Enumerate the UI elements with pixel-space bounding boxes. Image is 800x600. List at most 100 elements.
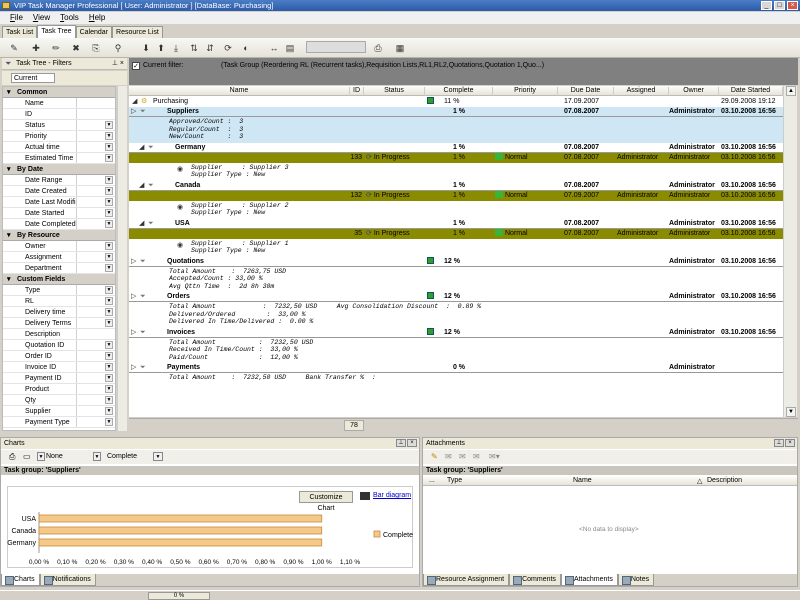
col-assigned[interactable]: Assigned: [614, 87, 669, 96]
chart-field-dropdown[interactable]: ▼: [153, 452, 163, 461]
filter-value[interactable]: ▼: [77, 186, 115, 196]
delete-icon[interactable]: ✖: [70, 43, 82, 53]
att-col-type[interactable]: Type: [447, 477, 462, 484]
col-id[interactable]: ID: [350, 87, 364, 96]
tab-task-list[interactable]: Task List: [2, 26, 38, 38]
filter-row[interactable]: Delivery time ▼: [3, 307, 115, 318]
expand-icon[interactable]: ◢: [139, 219, 144, 228]
col-date-started[interactable]: Date Started: [719, 87, 783, 96]
dropdown-icon[interactable]: ▼: [105, 341, 113, 349]
filter-value[interactable]: ▼: [77, 197, 115, 207]
attach-close-icon[interactable]: ×: [785, 439, 795, 447]
filter-value[interactable]: ▼: [77, 307, 115, 317]
grid-scrollbar[interactable]: ▲ ▼: [783, 86, 797, 417]
dropdown-icon[interactable]: ▼: [105, 176, 113, 184]
refresh-icon[interactable]: ⟳: [222, 43, 234, 53]
expand-icon[interactable]: ▷: [131, 257, 136, 266]
col-due-date[interactable]: Due Date: [558, 87, 614, 96]
group-row[interactable]: ▷ ⏷ Orders 12 % Administrator 03.10.2008 16:5…: [129, 292, 783, 302]
col-status[interactable]: Status: [364, 87, 425, 96]
filter-section[interactable]: By Resource: [3, 230, 115, 241]
summary-note-row[interactable]: Total Amount : 7232,50 USD Received In Ti…: [129, 338, 783, 364]
filter-row[interactable]: Date Created ▼: [3, 186, 115, 197]
filter-row[interactable]: Date Range ▼: [3, 175, 115, 186]
col-priority[interactable]: Priority: [493, 87, 558, 96]
dropdown-icon[interactable]: ▼: [105, 385, 113, 393]
dropdown-icon[interactable]: ▼: [105, 374, 113, 382]
dropdown-icon[interactable]: ▼: [105, 143, 113, 151]
filter-value[interactable]: ▼: [77, 384, 115, 394]
new-task-icon[interactable]: ✎: [8, 43, 20, 53]
dropdown-icon[interactable]: ▼: [105, 264, 113, 272]
dropdown-icon[interactable]: ▼: [105, 154, 113, 162]
maximize-button[interactable]: □: [774, 1, 785, 10]
more-icon[interactable]: ✉▾: [489, 452, 500, 461]
group-row[interactable]: ▷ ⏷ Payments 0 % Administrator: [129, 363, 783, 373]
combo2-arrow[interactable]: ▼: [93, 452, 101, 461]
dropdown-icon[interactable]: ▼: [105, 198, 113, 206]
print-chart-icon[interactable]: ⎙: [9, 452, 15, 462]
filter-row[interactable]: Name: [3, 98, 115, 109]
tab-attachments[interactable]: Attachments: [560, 574, 618, 586]
fit-icon[interactable]: ▤: [284, 43, 296, 53]
dropdown-icon[interactable]: ▼: [105, 396, 113, 404]
filter-row[interactable]: Order ID ▼: [3, 351, 115, 362]
filter-value[interactable]: ▼: [77, 318, 115, 328]
dropdown-icon[interactable]: ▼: [105, 121, 113, 129]
filter-row[interactable]: Date Started ▼: [3, 208, 115, 219]
summary-note-row[interactable]: ◉ Supplier : Supplier 1 Supplier Type : Ne…: [129, 239, 783, 257]
filter-value[interactable]: ▼: [77, 340, 115, 350]
tab-comments[interactable]: Comments: [509, 574, 561, 586]
tab-resource-assignment[interactable]: Resource Assignment: [423, 574, 510, 586]
filter-row[interactable]: Priority ▼: [3, 131, 115, 142]
tab-calendar[interactable]: Calendar: [75, 26, 113, 38]
dropdown-icon[interactable]: ▼: [105, 418, 113, 426]
filter-value[interactable]: ▼: [77, 395, 115, 405]
filter-row[interactable]: Owner ▼: [3, 241, 115, 252]
att-col-name[interactable]: Name: [573, 477, 592, 484]
filter-row[interactable]: Date Completed ▼: [3, 219, 115, 230]
filter-value[interactable]: ▼: [77, 362, 115, 372]
dropdown-icon[interactable]: ▼: [105, 242, 113, 250]
filter-value[interactable]: ▼: [77, 406, 115, 416]
save-attachment-icon[interactable]: ✉: [459, 452, 466, 461]
attach-pin-icon[interactable]: ⊥: [774, 439, 784, 447]
filter-row[interactable]: Qty ▼: [3, 395, 115, 406]
filter-row[interactable]: Assignment ▼: [3, 252, 115, 263]
expand-icon[interactable]: ▷: [131, 292, 136, 301]
move-up-icon[interactable]: ⬆: [155, 43, 167, 53]
summary-note-row[interactable]: ◉ Supplier : Supplier 2 Supplier Type : Ne…: [129, 201, 783, 219]
chart-group-combo[interactable]: None: [46, 453, 63, 460]
filter-value[interactable]: [77, 329, 115, 339]
task-row[interactable]: 35 ⟳ In Progress 1 % Normal 07.08.2007 Admini…: [129, 228, 783, 239]
filter-row[interactable]: Payment Type ▼: [3, 417, 115, 428]
filter-value[interactable]: ▼: [77, 120, 115, 130]
filter-row[interactable]: Estimated Time ▼: [3, 153, 115, 164]
filter-row[interactable]: Quotation ID ▼: [3, 340, 115, 351]
filter-value[interactable]: ▼: [77, 153, 115, 163]
summary-note-row[interactable]: ◉ Supplier : Supplier 3 Supplier Type : Ne…: [129, 163, 783, 181]
filter-row[interactable]: Payment ID ▼: [3, 373, 115, 384]
filter-value[interactable]: [77, 98, 115, 108]
sort-desc-icon[interactable]: ⇵: [204, 43, 216, 53]
filter-row[interactable]: Invoice ID ▼: [3, 362, 115, 373]
dropdown-icon[interactable]: ▼: [105, 286, 113, 294]
menu-file[interactable]: File: [10, 12, 23, 24]
filter-row[interactable]: Supplier ▼: [3, 406, 115, 417]
dropdown-icon[interactable]: ▼: [105, 220, 113, 228]
new-group-icon[interactable]: ✚: [30, 43, 42, 53]
filter-value[interactable]: ▼: [77, 373, 115, 383]
filter-value[interactable]: ▼: [77, 175, 115, 185]
edit-icon[interactable]: ✏: [50, 43, 62, 53]
tab-resource-list[interactable]: Resource List: [112, 26, 163, 38]
columns-icon[interactable]: ↔: [268, 43, 280, 53]
filter-value[interactable]: ▼: [77, 296, 115, 306]
dropdown-icon[interactable]: ▼: [105, 253, 113, 261]
filter-value[interactable]: ▼: [77, 131, 115, 141]
filter-row[interactable]: Description: [3, 329, 115, 340]
dropdown-icon[interactable]: ▼: [105, 352, 113, 360]
scroll-up-icon[interactable]: ▲: [786, 86, 796, 96]
menu-help[interactable]: Help: [89, 12, 105, 24]
filter-scrollbar[interactable]: [117, 86, 127, 431]
filter-row[interactable]: Product ▼: [3, 384, 115, 395]
